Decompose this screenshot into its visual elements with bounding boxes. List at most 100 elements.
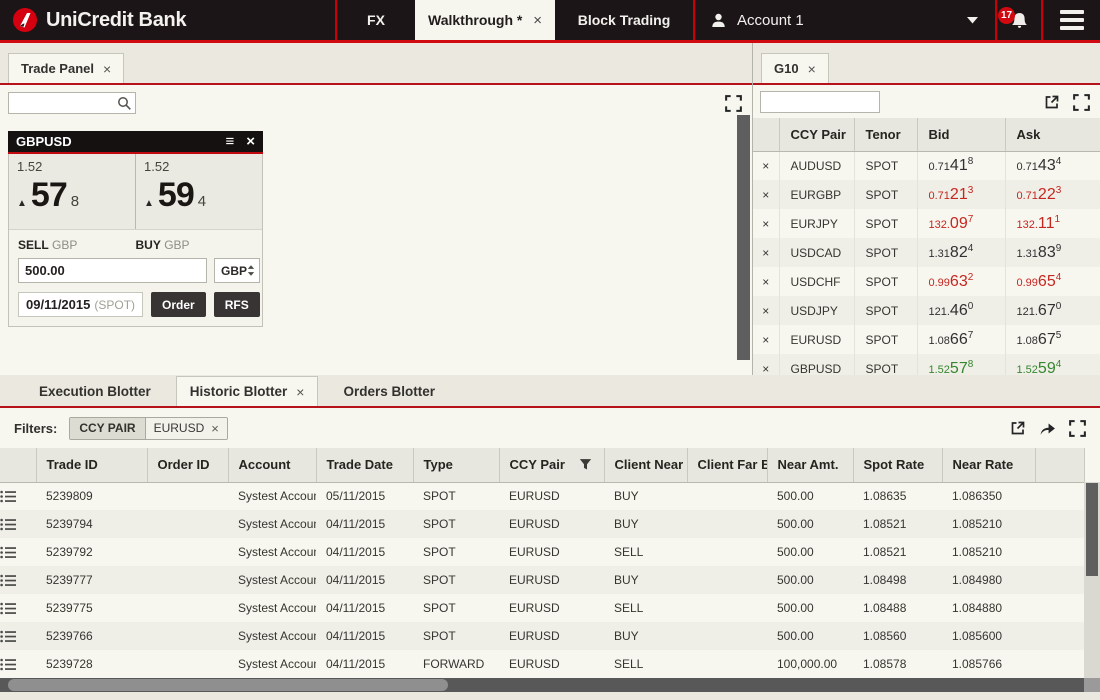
row-menu-cell[interactable] <box>0 566 36 594</box>
pop-out-icon[interactable] <box>1010 420 1026 436</box>
rate-row[interactable]: × USDCHF SPOT 0.99632 0.99654 <box>753 267 1100 296</box>
ask-cell[interactable]: 1.31839 <box>1005 238 1100 267</box>
trade-row[interactable]: 5239792 Systest Account 04/11/2015 SPOT … <box>0 538 1084 566</box>
tab-g10[interactable]: G10 × <box>761 53 829 83</box>
ask-cell[interactable]: 132.111 <box>1005 209 1100 238</box>
column-header[interactable]: Ask <box>1005 118 1100 151</box>
remove-pair-icon[interactable]: × <box>753 354 779 375</box>
trade-row[interactable]: 5239775 Systest Account 04/11/2015 SPOT … <box>0 594 1084 622</box>
amount-input[interactable] <box>18 258 207 283</box>
rate-row[interactable]: × EURJPY SPOT 132.097 132.111 <box>753 209 1100 238</box>
ticket-close-icon[interactable]: × <box>246 134 255 149</box>
row-menu-cell[interactable] <box>0 538 36 566</box>
ticket-menu-icon[interactable]: ≡ <box>225 134 234 149</box>
row-menu-cell[interactable] <box>0 594 36 622</box>
ask-cell[interactable]: 0.71434 <box>1005 151 1100 180</box>
close-icon[interactable]: × <box>533 12 542 29</box>
pop-out-icon[interactable] <box>1044 94 1060 110</box>
bid-cell[interactable]: 121.460 <box>917 296 1005 325</box>
ask-cell[interactable]: 121.670 <box>1005 296 1100 325</box>
column-header[interactable]: Account <box>228 448 316 482</box>
remove-filter-icon[interactable]: × <box>211 421 219 436</box>
column-header[interactable]: CCY Pair <box>779 118 854 151</box>
row-menu-cell[interactable] <box>0 482 36 510</box>
bid-cell[interactable]: 0.99632 <box>917 267 1005 296</box>
filter-funnel-icon[interactable] <box>579 458 592 471</box>
buy-price-tile[interactable]: 1.52 ▲ 59 4 <box>135 154 262 229</box>
horizontal-scrollbar[interactable] <box>0 678 1100 692</box>
close-icon[interactable]: × <box>296 384 304 400</box>
close-icon[interactable]: × <box>808 61 816 77</box>
bid-cell[interactable]: 1.52578 <box>917 354 1005 375</box>
currency-selector[interactable]: GBP <box>214 258 260 283</box>
order-button[interactable]: Order <box>151 292 206 317</box>
rate-row[interactable]: × USDJPY SPOT 121.460 121.670 <box>753 296 1100 325</box>
tab-walkthrough[interactable]: Walkthrough * × <box>415 0 555 40</box>
column-header[interactable]: Trade ID <box>36 448 147 482</box>
remove-pair-icon[interactable]: × <box>753 296 779 325</box>
fullscreen-icon[interactable] <box>725 95 742 112</box>
menu-button[interactable] <box>1043 0 1100 40</box>
tab-orders-blotter[interactable]: Orders Blotter <box>318 376 460 406</box>
ask-cell[interactable]: 1.52594 <box>1005 354 1100 375</box>
row-menu-cell[interactable] <box>0 622 36 650</box>
bid-cell[interactable]: 0.71418 <box>917 151 1005 180</box>
row-menu-cell[interactable] <box>0 650 36 678</box>
trade-row[interactable]: 5239728 Systest Account 04/11/2015 FORWA… <box>0 650 1084 678</box>
vertical-scrollbar[interactable] <box>737 115 750 360</box>
account-menu[interactable]: Account 1 <box>695 0 995 40</box>
ask-cell[interactable]: 0.71223 <box>1005 180 1100 209</box>
fullscreen-icon[interactable] <box>1073 94 1090 111</box>
remove-pair-icon[interactable]: × <box>753 238 779 267</box>
trade-row[interactable]: 5239794 Systest Account 04/11/2015 SPOT … <box>0 510 1084 538</box>
share-icon[interactable] <box>1039 421 1056 436</box>
column-header[interactable]: Near Amt. <box>767 448 853 482</box>
notifications-button[interactable]: 17 <box>997 0 1041 40</box>
scrollbar-thumb[interactable] <box>1086 483 1098 576</box>
tab-block-trading[interactable]: Block Trading <box>555 0 693 40</box>
rates-search-input[interactable] <box>760 91 880 113</box>
tab-fx[interactable]: FX <box>337 0 415 40</box>
row-menu-cell[interactable] <box>0 510 36 538</box>
remove-pair-icon[interactable]: × <box>753 180 779 209</box>
sell-price-tile[interactable]: 1.52 ▲ 57 8 <box>9 154 135 229</box>
column-header[interactable]: Near Rate <box>942 448 1035 482</box>
column-header[interactable]: Spot Rate <box>853 448 942 482</box>
column-header[interactable]: Tenor <box>854 118 917 151</box>
tab-trade-panel[interactable]: Trade Panel × <box>8 53 124 83</box>
close-icon[interactable]: × <box>103 61 111 77</box>
remove-pair-icon[interactable]: × <box>753 209 779 238</box>
column-header[interactable]: Bid <box>917 118 1005 151</box>
scrollbar-thumb[interactable] <box>8 679 448 691</box>
rate-row[interactable]: × EURUSD SPOT 1.08667 1.08675 <box>753 325 1100 354</box>
fullscreen-icon[interactable] <box>1069 420 1086 437</box>
column-header[interactable]: Client Far Base <box>687 448 767 482</box>
ask-cell[interactable]: 1.08675 <box>1005 325 1100 354</box>
bid-cell[interactable]: 132.097 <box>917 209 1005 238</box>
value-date-input[interactable]: 09/11/2015 (SPOT) <box>18 292 143 317</box>
remove-pair-icon[interactable]: × <box>753 267 779 296</box>
rate-row[interactable]: × GBPUSD SPOT 1.52578 1.52594 <box>753 354 1100 375</box>
remove-pair-icon[interactable]: × <box>753 151 779 180</box>
trade-row[interactable]: 5239766 Systest Account 04/11/2015 SPOT … <box>0 622 1084 650</box>
remove-pair-icon[interactable]: × <box>753 325 779 354</box>
column-header[interactable]: Type <box>413 448 499 482</box>
rate-row[interactable]: × EURGBP SPOT 0.71213 0.71223 <box>753 180 1100 209</box>
bid-cell[interactable]: 1.08667 <box>917 325 1005 354</box>
tab-execution-blotter[interactable]: Execution Blotter <box>14 376 176 406</box>
rfs-button[interactable]: RFS <box>214 292 260 317</box>
ask-cell[interactable]: 0.99654 <box>1005 267 1100 296</box>
trade-row[interactable]: 5239809 Systest Account 05/11/2015 SPOT … <box>0 482 1084 510</box>
bid-cell[interactable]: 0.71213 <box>917 180 1005 209</box>
rate-row[interactable]: × AUDUSD SPOT 0.71418 0.71434 <box>753 151 1100 180</box>
bid-cell[interactable]: 1.31824 <box>917 238 1005 267</box>
tab-historic-blotter[interactable]: Historic Blotter × <box>176 376 319 406</box>
rate-row[interactable]: × USDCAD SPOT 1.31824 1.31839 <box>753 238 1100 267</box>
vertical-scrollbar[interactable] <box>1084 482 1100 678</box>
column-header-ccy-pair[interactable]: CCY Pair <box>499 448 604 482</box>
filter-chip-key[interactable]: CCY PAIR <box>70 418 145 439</box>
column-header[interactable]: Order ID <box>147 448 228 482</box>
column-header[interactable]: Client Near Base <box>604 448 687 482</box>
trade-row[interactable]: 5239777 Systest Account 04/11/2015 SPOT … <box>0 566 1084 594</box>
column-header[interactable]: Trade Date <box>316 448 413 482</box>
